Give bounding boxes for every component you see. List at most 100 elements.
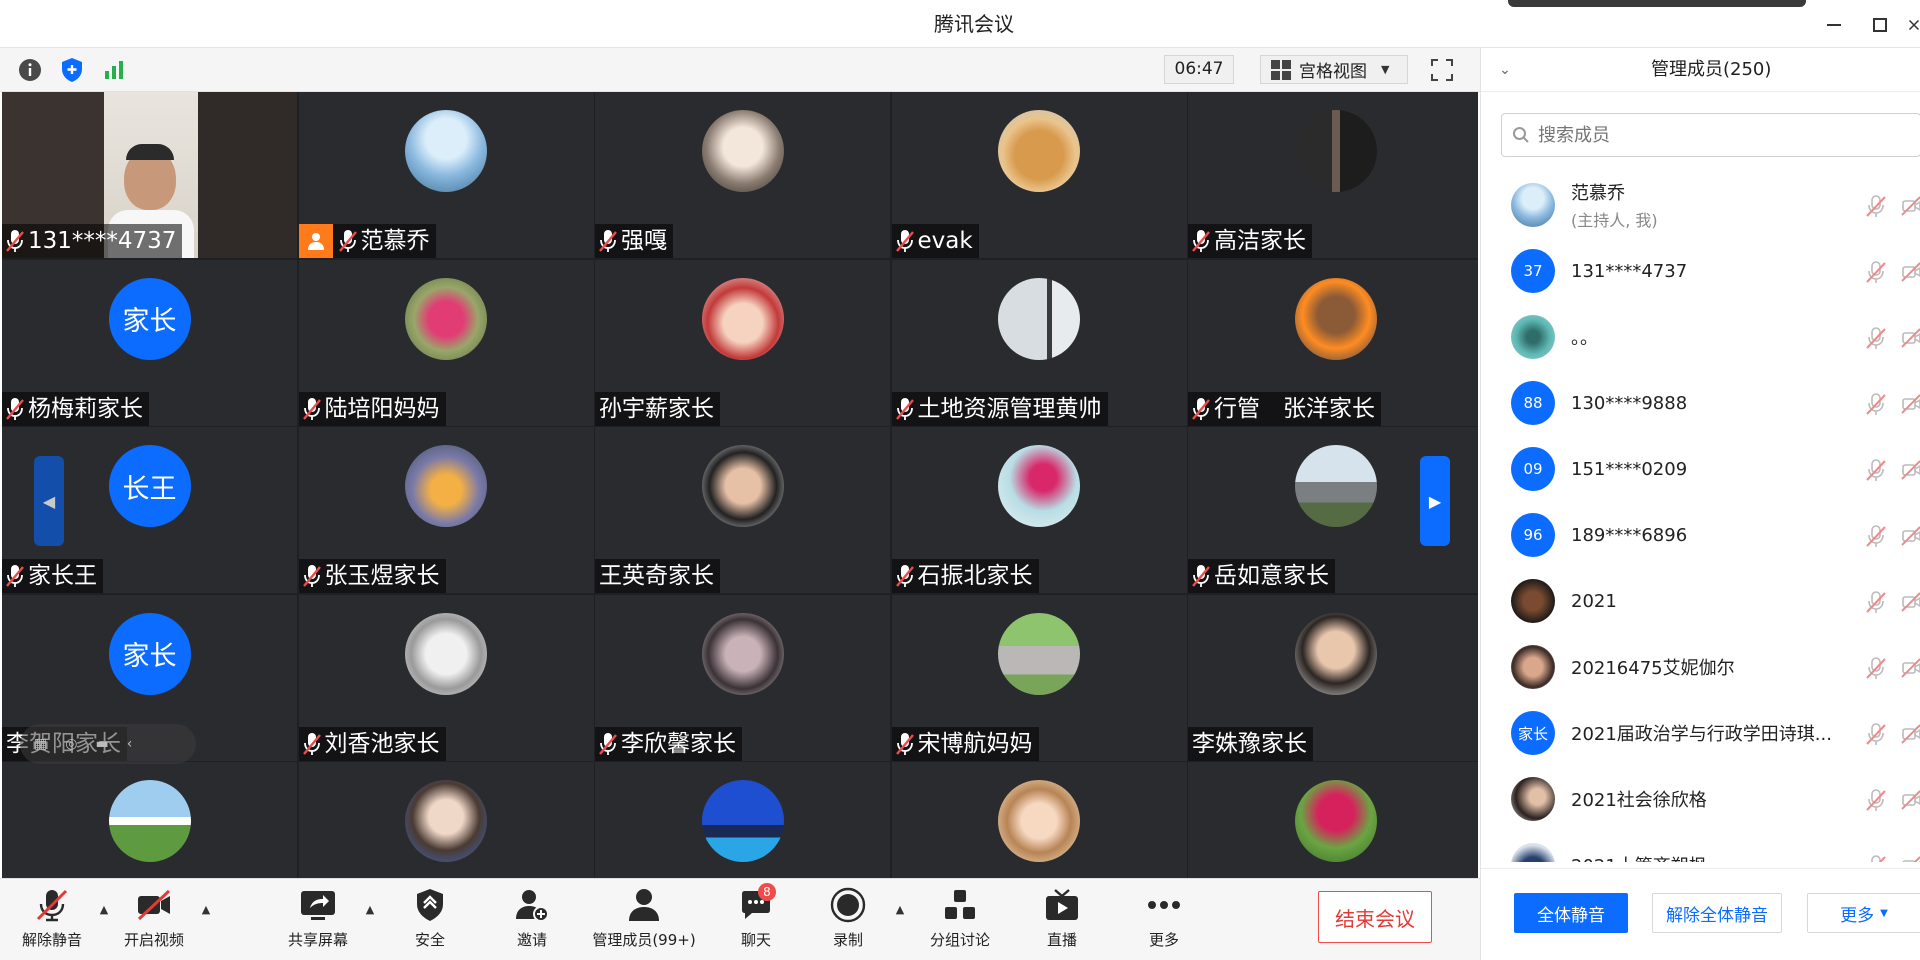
participant-tile[interactable]: 强嘎 (595, 92, 890, 258)
participant-tile[interactable]: 李欣馨家长 (595, 594, 890, 761)
fullscreen-icon[interactable] (1428, 56, 1456, 84)
member-mic-muted-icon[interactable] (1865, 656, 1887, 680)
title-bar: 腾讯会议 (0, 0, 1920, 48)
participant-tile[interactable]: 陆培阳妈妈 (298, 259, 594, 426)
record-button[interactable]: 录制 (818, 885, 878, 957)
participant-tile[interactable]: 行管 张洋家长 (1188, 259, 1478, 426)
participant-name-tag: 李欣馨家长 (595, 726, 742, 761)
members-icon (624, 885, 664, 925)
mute-all-button[interactable]: 全体静音 (1514, 893, 1628, 933)
more-button[interactable]: 更多 (1134, 885, 1194, 957)
end-meeting-button[interactable]: 结束会议 (1318, 891, 1432, 943)
participant-tile[interactable]: 131****4737 (2, 92, 297, 258)
collapse-panel-chevron-icon[interactable]: ⌄ (1495, 60, 1515, 80)
member-avatar: 88 (1511, 381, 1555, 425)
members-more-button[interactable]: 更多 ▼ (1807, 893, 1920, 933)
member-row[interactable]: 20216475艾妮伽尔 (1481, 634, 1920, 700)
member-row[interactable]: 09 151****0209 (1481, 436, 1920, 502)
participant-tile[interactable] (891, 762, 1187, 878)
member-name-block: 130****9888 (1571, 370, 1687, 436)
member-mic-muted-icon[interactable] (1865, 458, 1887, 482)
member-camera-off-icon[interactable] (1901, 790, 1920, 810)
close-button[interactable] (1908, 12, 1920, 38)
maximize-button[interactable] (1866, 12, 1894, 38)
window-drag-handle[interactable] (1508, 0, 1806, 7)
member-mic-muted-icon[interactable] (1865, 194, 1887, 218)
member-mic-muted-icon[interactable] (1865, 590, 1887, 614)
previous-page-arrow-icon[interactable]: ◀ (34, 456, 64, 546)
share-screen-button[interactable]: 共享屏幕 (282, 885, 354, 957)
participant-tile[interactable] (2, 762, 297, 878)
member-row[interactable]: 96 189****6896 (1481, 502, 1920, 568)
participant-tile[interactable]: 李姝豫家长 (1188, 594, 1478, 761)
member-row[interactable]: 37 131****4737 (1481, 238, 1920, 304)
participant-tile[interactable]: 土地资源管理黄帅 (891, 259, 1187, 426)
member-row[interactable]: 2021社会徐欣格 (1481, 766, 1920, 832)
participant-tile[interactable] (1188, 762, 1478, 878)
member-mic-muted-icon[interactable] (1865, 392, 1887, 416)
participant-tile[interactable]: 宋博航妈妈 (891, 594, 1187, 761)
member-camera-off-icon[interactable] (1901, 526, 1920, 546)
member-camera-off-icon[interactable] (1901, 196, 1920, 216)
member-avatar (1511, 645, 1555, 689)
participant-tile[interactable]: 石振北家长 (891, 427, 1187, 593)
start-video-button[interactable]: 开启视频 (118, 885, 190, 957)
participant-tile[interactable]: 王英奇家长 (595, 427, 890, 593)
member-mic-muted-icon[interactable] (1865, 788, 1887, 812)
member-mic-muted-icon[interactable] (1865, 854, 1887, 862)
view-mode-select[interactable]: 宫格视图 ▼ (1260, 55, 1408, 84)
member-search-input[interactable] (1538, 124, 1908, 146)
member-row[interactable]: 范慕乔 (主持人, 我) (1481, 172, 1920, 238)
participant-tile[interactable]: evak (891, 92, 1187, 258)
participant-tile[interactable] (298, 762, 594, 878)
shield-icon[interactable] (58, 56, 86, 84)
chat-button[interactable]: 8 聊天 (726, 883, 786, 957)
participant-tile[interactable]: 刘香池家长 (298, 594, 594, 761)
audio-options-chevron-icon[interactable]: ▲ (96, 903, 112, 916)
member-mic-muted-icon[interactable] (1865, 260, 1887, 284)
video-options-chevron-icon[interactable]: ▲ (198, 903, 214, 916)
member-camera-off-icon[interactable] (1901, 592, 1920, 612)
member-camera-off-icon[interactable] (1901, 724, 1920, 744)
member-mic-muted-icon[interactable] (1865, 326, 1887, 350)
participant-tile[interactable]: 孙宇薪家长 (595, 259, 890, 426)
collapse-chevron-icon[interactable]: ‹ (127, 736, 133, 752)
member-camera-off-icon[interactable] (1901, 856, 1920, 862)
member-camera-off-icon[interactable] (1901, 658, 1920, 678)
info-icon[interactable] (16, 56, 44, 84)
participant-avatar (998, 110, 1080, 192)
participant-tile[interactable]: 高洁家长 (1188, 92, 1478, 258)
chat-bubble-icon[interactable]: ▬ (95, 736, 108, 752)
signal-icon[interactable] (100, 56, 128, 84)
member-row[interactable]: 家长 2021届政治学与行政学田诗琪... (1481, 700, 1920, 766)
security-button[interactable]: 安全 (400, 885, 460, 957)
participant-tile[interactable]: 张玉煜家长 (298, 427, 594, 593)
member-mic-muted-icon[interactable] (1865, 524, 1887, 548)
unmute-button[interactable]: 解除静音 (16, 885, 88, 957)
manage-members-button[interactable]: 管理成员(99+) (588, 885, 700, 957)
member-avatar (1511, 777, 1555, 821)
grid-layout-icon[interactable]: ▦ (34, 736, 47, 752)
member-mic-muted-icon[interactable] (1865, 722, 1887, 746)
member-row[interactable]: 2021 (1481, 568, 1920, 634)
member-row[interactable]: 2021十管齐朔枫 (1481, 832, 1920, 862)
unmute-all-button[interactable]: 解除全体静音 (1652, 893, 1782, 933)
member-camera-off-icon[interactable] (1901, 394, 1920, 414)
member-search-box[interactable] (1501, 113, 1920, 157)
record-options-chevron-icon[interactable]: ▲ (892, 903, 908, 916)
participant-tile[interactable]: 范慕乔 (298, 92, 594, 258)
member-row[interactable]: 。。 (1481, 304, 1920, 370)
share-options-chevron-icon[interactable]: ▲ (362, 903, 378, 916)
participant-tile[interactable] (595, 762, 890, 878)
member-row[interactable]: 88 130****9888 (1481, 370, 1920, 436)
breakout-rooms-button[interactable]: 分组讨论 (920, 885, 1000, 957)
invite-button[interactable]: 邀请 (502, 885, 562, 957)
member-camera-off-icon[interactable] (1901, 262, 1920, 282)
live-stream-button[interactable]: 直播 (1032, 885, 1092, 957)
member-camera-off-icon[interactable] (1901, 328, 1920, 348)
participant-tile[interactable]: 家长 杨梅莉家长 (2, 259, 297, 426)
record-status-icon[interactable]: ◎ (65, 736, 77, 752)
member-camera-off-icon[interactable] (1901, 460, 1920, 480)
minimize-button[interactable] (1820, 12, 1848, 38)
next-page-arrow-icon[interactable]: ▶ (1420, 456, 1450, 546)
